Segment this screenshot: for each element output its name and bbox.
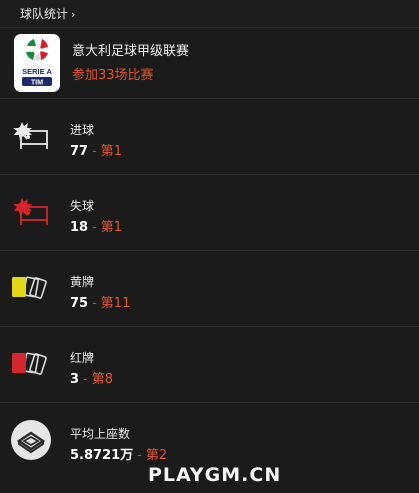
logo-text-top: SERIE A (22, 67, 52, 76)
stat-label: 红牌 (70, 351, 95, 365)
stadium-icon (8, 417, 54, 463)
stat-row-goals-conceded: 失球 18- 第1 (0, 175, 419, 251)
stat-row-goals-scored: 进球 77- 第1 (0, 99, 419, 175)
stat-value: 77 (70, 144, 89, 159)
stat-rank: 第1 (100, 220, 123, 235)
serie-a-tim-logo: SERIE A TIM (14, 34, 60, 92)
yellow-card-icon (8, 265, 54, 311)
stat-label: 黄牌 (70, 275, 95, 289)
team-stats-link[interactable]: 球队统计 › (20, 5, 75, 22)
stat-rank: 第2 (145, 448, 168, 463)
stat-label: 进球 (70, 123, 95, 137)
logo-text-bottom: TIM (31, 80, 43, 87)
stat-separator: - (92, 144, 97, 159)
stat-rank: 第8 (91, 372, 114, 387)
watermark: PLAYGM.CN (148, 464, 282, 486)
stat-rank: 第1 (100, 144, 123, 159)
stat-label: 平均上座数 (70, 427, 131, 441)
stat-separator: - (92, 220, 97, 235)
stat-rank: 第11 (100, 296, 131, 311)
stat-label: 失球 (70, 199, 95, 213)
team-stats-header[interactable]: 球队统计 › (0, 0, 419, 28)
stat-separator: - (137, 448, 142, 463)
stat-value: 18 (70, 220, 89, 235)
league-summary: SERIE A TIM 意大利足球甲级联赛 参加33场比赛 (0, 28, 419, 99)
league-appearances: 参加33场比赛 (72, 68, 154, 83)
stat-value: 5.8721万 (70, 448, 134, 463)
goal-conceded-icon (8, 189, 54, 235)
stat-row-red-cards: 红牌 3- 第8 (0, 327, 419, 403)
stat-value-line: 18- 第1 (70, 216, 122, 235)
stat-value-line: 77- 第1 (70, 140, 122, 159)
stat-value-line: 3- 第8 (70, 368, 113, 387)
red-card-icon (8, 341, 54, 387)
stat-row-yellow-cards: 黄牌 75- 第11 (0, 251, 419, 327)
team-stats-title: 球队统计 (20, 7, 69, 21)
chevron-right-icon: › (71, 8, 76, 21)
stat-separator: - (92, 296, 97, 311)
stat-value-line: 5.8721万 - 第2 (70, 444, 167, 463)
goal-scored-icon (8, 113, 54, 159)
stat-separator: - (83, 372, 88, 387)
stat-value-line: 75- 第11 (70, 292, 130, 311)
stat-value: 75 (70, 296, 89, 311)
league-name: 意大利足球甲级联赛 (72, 44, 190, 59)
stat-value: 3 (70, 372, 80, 387)
